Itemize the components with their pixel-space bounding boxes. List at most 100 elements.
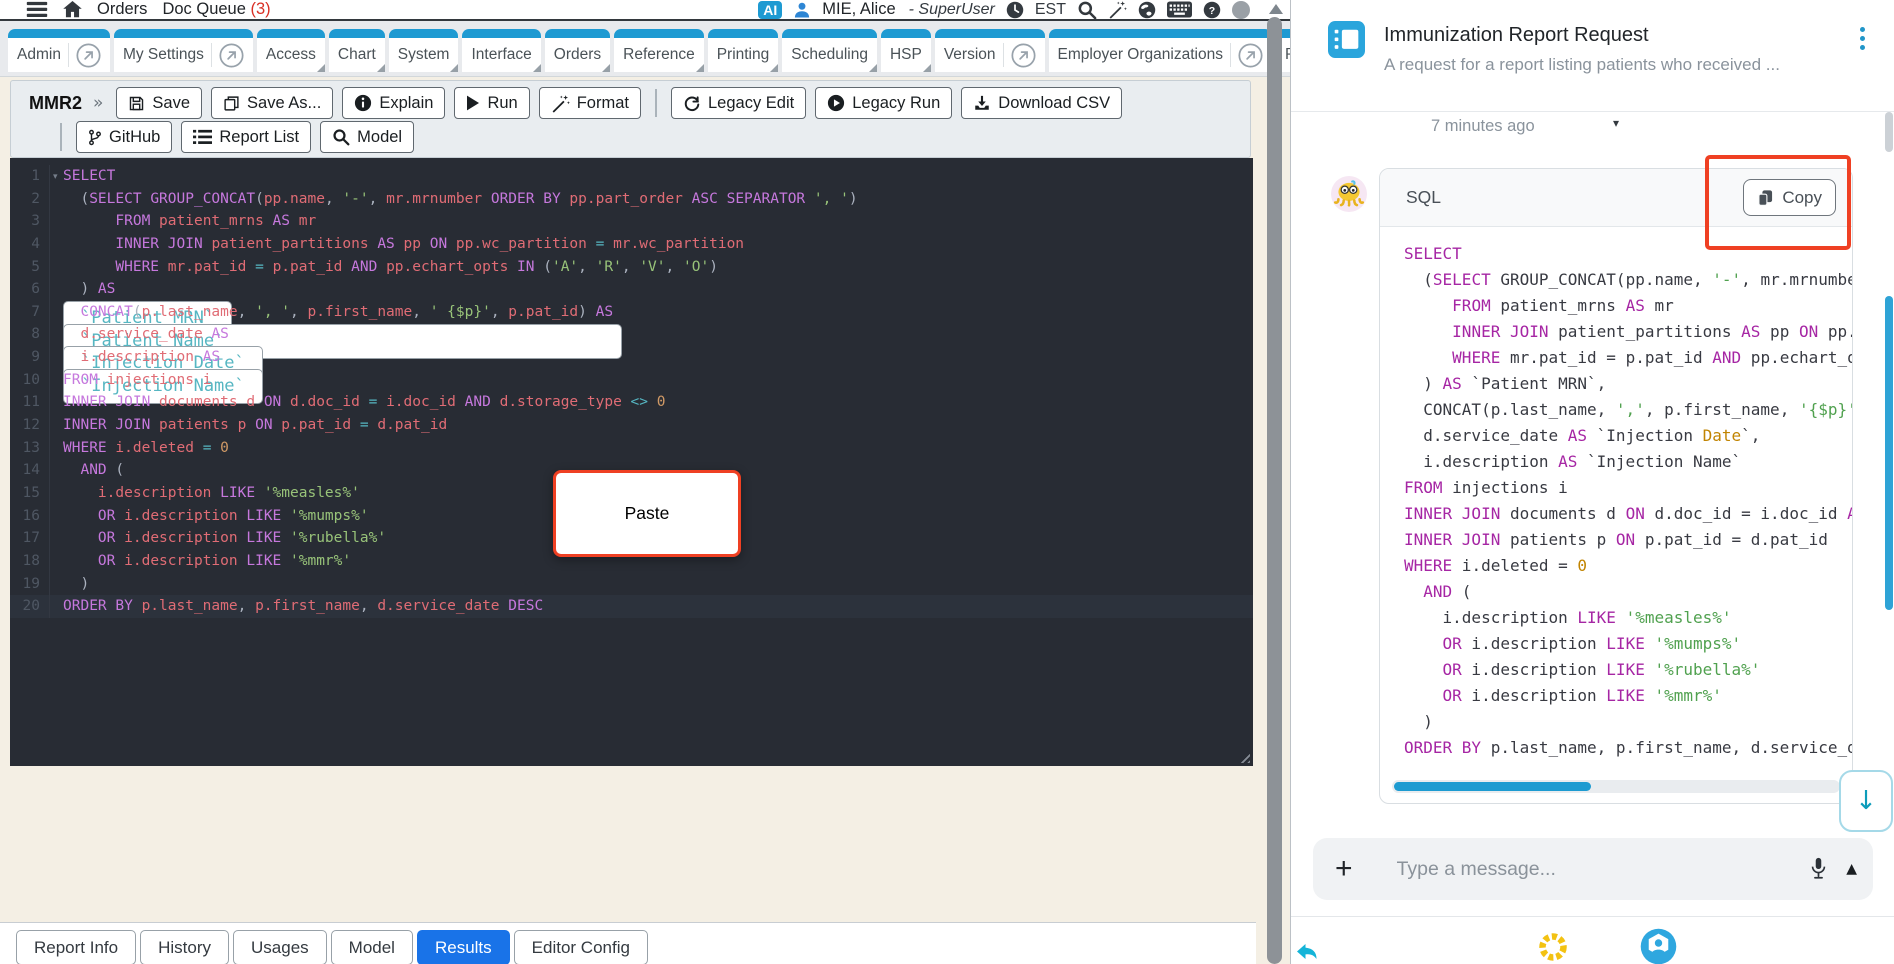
editor-line-2[interactable]: 2 (SELECT GROUP_CONCAT(pp.name, '-', mr.… (10, 187, 1253, 211)
tab-employer-organizations[interactable]: Employer Organizations (1048, 29, 1273, 72)
sun-logo-icon[interactable] (1536, 928, 1570, 964)
tab-label: Orders (553, 46, 602, 63)
line-code: SELECT (63, 168, 116, 184)
editor-line-10[interactable]: 10 FROM injections i (10, 368, 1253, 392)
wand-icon[interactable] (1108, 0, 1127, 19)
editor-line-6[interactable]: 6 ) AS `Patient MRN`, (10, 278, 1253, 355)
search-icon[interactable] (1077, 0, 1097, 20)
tab-my-settings[interactable]: My Settings (113, 29, 253, 72)
tab-scheduling[interactable]: Scheduling (782, 29, 877, 72)
help-icon[interactable]: ? (1203, 1, 1221, 19)
line-number: 19 (10, 572, 50, 596)
tab-label: System (397, 46, 450, 63)
user-name[interactable]: MIE, Alice (822, 0, 895, 19)
legacy-run-button[interactable]: Legacy Run (815, 87, 953, 119)
paste-popup[interactable]: Paste (553, 470, 741, 557)
editor-line-4[interactable]: 4 INNER JOIN patient_partitions AS pp ON… (10, 232, 1253, 256)
home-icon[interactable] (63, 1, 82, 18)
sql-line-18: OR i.description LIKE '%mmr%' (1442, 686, 1722, 705)
tab-admin[interactable]: Admin (8, 29, 110, 72)
copy-annotation-box (1705, 155, 1851, 250)
run-button[interactable]: Run (454, 87, 530, 119)
editor-resize-handle[interactable] (1237, 750, 1250, 763)
code-hscrollbar-track[interactable] (1392, 780, 1840, 793)
orders-link[interactable]: Orders (97, 0, 147, 19)
save-button[interactable]: Save (116, 87, 203, 119)
tab-label: Version (943, 46, 996, 63)
back-arrow-icon[interactable] (1293, 940, 1321, 964)
editor-line-13[interactable]: 13 WHERE i.deleted = 0 (10, 436, 1253, 460)
kebab-menu-icon[interactable] (1860, 27, 1865, 50)
line-code: ) (63, 575, 90, 592)
chevron-right-icon[interactable]: » (93, 93, 103, 113)
bottom-tab-report-info[interactable]: Report Info (16, 930, 137, 964)
frame-scrollbar-thumb[interactable] (1267, 17, 1282, 964)
fold-caret-icon[interactable]: ▾ (53, 166, 58, 189)
scrollbar-up-arrow[interactable] (1269, 4, 1283, 14)
external-link-icon[interactable] (1011, 42, 1036, 68)
legacy-edit-button[interactable]: Legacy Edit (670, 87, 807, 119)
keyboard-icon[interactable] (1167, 1, 1192, 18)
tab-access[interactable]: Access (256, 29, 325, 72)
github-button[interactable]: GitHub (76, 121, 173, 153)
ai-badge[interactable]: AI (758, 0, 783, 19)
chat-scrollbar-thumb-gray[interactable] (1885, 112, 1893, 152)
tab-version[interactable]: Version (934, 29, 1045, 72)
brand-logo-icon[interactable] (1640, 928, 1677, 964)
sql-line-19: ) (1404, 712, 1433, 731)
external-link-icon[interactable] (76, 42, 101, 68)
bottom-tab-results[interactable]: Results (416, 930, 510, 964)
report-list-button[interactable]: Report List (181, 121, 312, 153)
tab-system[interactable]: System (388, 29, 459, 72)
avatar-circle[interactable] (1232, 0, 1250, 19)
module-tab-bar: Admin My Settings Access Chart System Interfa… (0, 21, 1290, 77)
scroll-to-bottom-button[interactable]: ↓ (1839, 770, 1893, 832)
doc-queue-label: Doc Queue (162, 0, 246, 18)
editor-line-9[interactable]: 9 i.description AS `Injection Name` (10, 346, 1253, 404)
editor-line-3[interactable]: 3 FROM patient_mrns AS mr (10, 210, 1253, 233)
format-button[interactable]: Format (538, 87, 641, 119)
bottom-tab-model[interactable]: Model (330, 930, 413, 964)
save-as-button[interactable]: Save As... (211, 87, 334, 119)
sql-line-16: OR i.description LIKE '%mumps%' (1442, 634, 1742, 653)
explain-button[interactable]: Explain (342, 87, 446, 119)
editor-line-7[interactable]: 7 CONCAT(p.last_name, ', ', p.first_name… (10, 300, 1253, 378)
tab-dropdown-notch (602, 64, 611, 72)
line-code: INNER JOIN patient_partitions AS pp ON p… (115, 235, 745, 252)
editor-line-20[interactable]: 20 ORDER BY p.last_name, p.first_name, d.… (10, 595, 1253, 618)
bottom-tab-editor-config[interactable]: Editor Config (513, 930, 648, 964)
line-number: 8 (10, 323, 50, 347)
code-hscrollbar-thumb[interactable] (1394, 782, 1592, 791)
tab-chart[interactable]: Chart (328, 29, 385, 72)
bottom-tab-usages[interactable]: Usages (233, 930, 327, 964)
editor-line-5[interactable]: 5 WHERE mr.pat_id = p.pat_id AND pp.echa… (10, 255, 1253, 279)
editor-line-1[interactable]: 1 ▾ SELECT (10, 165, 1253, 188)
editor-line-8[interactable]: 8 d.service_date AS `Injection Date`, (10, 323, 1253, 400)
message-input[interactable] (1394, 856, 1810, 882)
timestamp-caret-icon[interactable]: ▾ (1613, 116, 1619, 130)
editor-line-11[interactable]: 11 INNER JOIN documents d ON d.doc_id = i… (10, 391, 1253, 415)
tab-orders[interactable]: Orders (544, 29, 611, 72)
bottom-tab-history[interactable]: History (140, 930, 230, 964)
attach-plus-button[interactable]: + (1335, 854, 1353, 884)
external-link-icon[interactable] (1238, 42, 1263, 68)
model-button[interactable]: Model (320, 121, 415, 153)
hamburger-menu-icon[interactable] (26, 1, 48, 18)
chat-scrollbar-thumb-blue[interactable] (1885, 296, 1893, 610)
tab-reference[interactable]: Reference (614, 29, 704, 72)
editor-line-12[interactable]: 12 INNER JOIN patients p ON p.pat_id = d.… (10, 414, 1253, 437)
globe-icon[interactable] (1138, 1, 1156, 19)
tab-printing[interactable]: Printing (707, 29, 779, 72)
collapse-caret-icon[interactable]: ▲ (1846, 861, 1857, 877)
sql-code-editor[interactable]: 1 ▾ SELECT 2 (SELECT GROUP_CONCAT(pp.name, … (10, 158, 1253, 766)
editor-line-19[interactable]: 19 ) (10, 572, 1253, 596)
tab-interface[interactable]: Interface (462, 29, 542, 72)
tab-divider (1002, 43, 1004, 67)
external-link-icon[interactable] (219, 42, 244, 68)
sql-card-title: SQL (1406, 187, 1442, 207)
download-csv-button[interactable]: Download CSV (961, 87, 1123, 119)
tab-hsp[interactable]: HSP (880, 29, 931, 72)
line-code: FROM injections i (63, 371, 212, 388)
microphone-icon[interactable] (1809, 856, 1828, 882)
doc-queue-link[interactable]: Doc Queue (3) (162, 0, 270, 19)
